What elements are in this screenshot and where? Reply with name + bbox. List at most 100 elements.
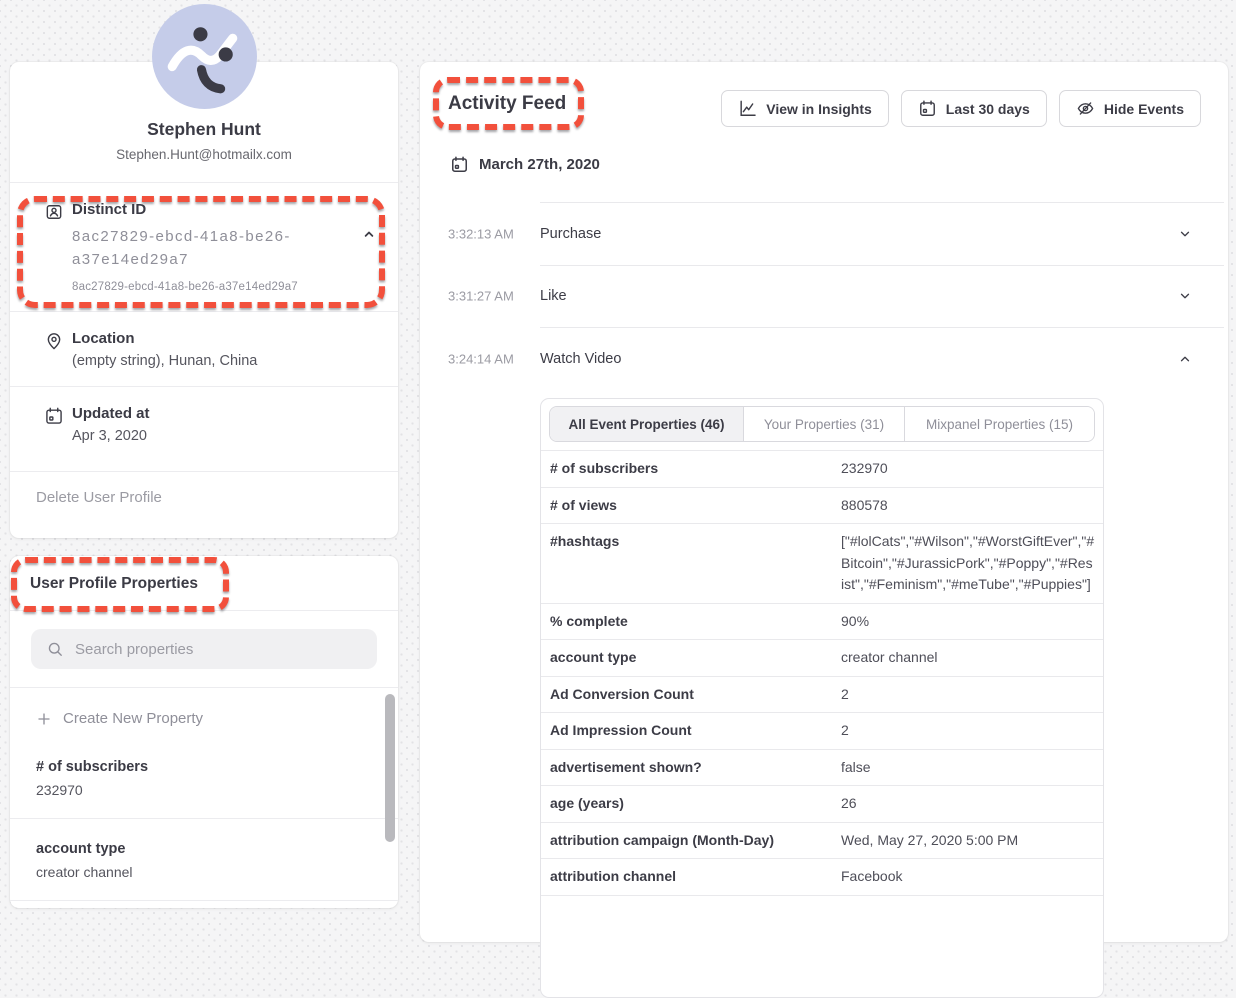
property-name: Ad Conversion Count xyxy=(541,677,841,713)
event-name: Purchase xyxy=(540,226,601,242)
search-icon xyxy=(46,640,64,658)
search-properties-wrap xyxy=(31,629,377,669)
event-time: 3:31:27 AM xyxy=(448,289,514,304)
distinct-id-label: Distinct ID xyxy=(72,201,354,218)
property-name: account type xyxy=(541,640,841,676)
property-name: # of subscribers xyxy=(36,759,372,775)
table-row: account type creator channel xyxy=(541,639,1103,676)
date-range-label: Last 30 days xyxy=(946,101,1030,117)
table-row: % complete 90% xyxy=(541,603,1103,640)
event-time: 3:32:13 AM xyxy=(448,226,514,241)
event-row-purchase[interactable]: 3:32:13 AM Purchase xyxy=(420,202,1228,265)
activity-feed-title: Activity Feed xyxy=(448,93,566,115)
feed-date-header: March 27th, 2020 xyxy=(450,155,600,174)
eye-off-icon xyxy=(1076,99,1095,118)
properties-panel-title: User Profile Properties xyxy=(10,556,398,611)
property-value: 26 xyxy=(841,786,1103,822)
view-in-insights-button[interactable]: View in Insights xyxy=(721,90,889,127)
user-email: Stephen.Hunt@hotmailx.com xyxy=(10,147,398,162)
property-name: #hashtags xyxy=(541,524,841,603)
location-value: (empty string), Hunan, China xyxy=(72,353,354,370)
event-properties-tabs: All Event Properties (46) Your Propertie… xyxy=(549,406,1095,442)
event-name: Watch Video xyxy=(540,351,621,367)
property-name: # of views xyxy=(541,488,841,524)
property-value: false xyxy=(841,750,1103,786)
user-name: Stephen Hunt xyxy=(10,119,398,140)
table-row: # of subscribers 232970 xyxy=(541,450,1103,487)
property-value: ["#lolCats","#Wilson","#WorstGiftEver","… xyxy=(841,524,1103,603)
line-chart-icon xyxy=(738,99,757,118)
table-row: advertisement shown? false xyxy=(541,749,1103,786)
create-new-property-button[interactable]: Create New Property xyxy=(10,688,398,737)
property-value: 2 xyxy=(841,713,1103,749)
property-value: 880578 xyxy=(841,488,1103,524)
table-row: Ad Conversion Count 2 xyxy=(541,676,1103,713)
location-section: Location (empty string), Hunan, China xyxy=(10,311,398,386)
distinct-id-value: 8ac27829-ebcd-41a8-be26-a37e14ed29a7 xyxy=(72,225,354,271)
view-in-insights-label: View in Insights xyxy=(766,101,872,117)
scrollbar-thumb[interactable] xyxy=(385,694,395,842)
chevron-down-icon[interactable] xyxy=(1178,227,1192,241)
property-value: creator channel xyxy=(36,864,372,880)
updated-at-section: Updated at Apr 3, 2020 xyxy=(10,386,398,471)
date-range-button[interactable]: Last 30 days xyxy=(901,90,1047,127)
property-name: Ad Impression Count xyxy=(541,713,841,749)
property-value: 2 xyxy=(841,677,1103,713)
table-row: Ad Impression Count 2 xyxy=(541,712,1103,749)
chevron-up-icon[interactable] xyxy=(360,225,378,243)
updated-at-value: Apr 3, 2020 xyxy=(72,428,354,445)
table-row: #hashtags ["#lolCats","#Wilson","#WorstG… xyxy=(541,523,1103,603)
delete-user-profile-link[interactable]: Delete User Profile xyxy=(10,471,398,523)
feed-actions: View in Insights Last 30 days Hide E xyxy=(721,90,1201,127)
distinct-id-subvalue: 8ac27829-ebcd-41a8-be26-a37e14ed29a7 xyxy=(72,281,354,293)
calendar-icon xyxy=(44,406,64,426)
feed-date-text: March 27th, 2020 xyxy=(479,156,600,173)
id-badge-icon xyxy=(44,202,64,222)
property-value: creator channel xyxy=(841,640,1103,676)
chevron-down-icon[interactable] xyxy=(1178,289,1192,303)
property-value: Wed, May 27, 2020 5:00 PM xyxy=(841,823,1103,859)
property-value: 90% xyxy=(841,604,1103,640)
calendar-icon xyxy=(450,155,469,174)
event-detail-card: All Event Properties (46) Your Propertie… xyxy=(540,398,1104,998)
tab-mixpanel-properties[interactable]: Mixpanel Properties (15) xyxy=(904,407,1094,441)
create-new-property-label: Create New Property xyxy=(63,710,203,727)
property-name: # of subscribers xyxy=(541,451,841,487)
property-name: age (years) xyxy=(541,786,841,822)
event-properties-table: # of subscribers 232970 # of views 88057… xyxy=(541,450,1103,896)
table-row: # of views 880578 xyxy=(541,487,1103,524)
user-avatar xyxy=(152,4,257,109)
table-row: attribution channel Facebook xyxy=(541,858,1103,895)
tab-all-event-properties[interactable]: All Event Properties (46) xyxy=(550,407,743,441)
property-value: 232970 xyxy=(841,451,1103,487)
hide-events-label: Hide Events xyxy=(1104,101,1184,117)
table-row xyxy=(541,895,1103,896)
activity-feed-panel: Activity Feed View in Insights Last 30 d… xyxy=(420,62,1228,942)
property-name: % complete xyxy=(541,604,841,640)
property-name: attribution campaign (Month-Day) xyxy=(541,823,841,859)
table-row: age (years) 26 xyxy=(541,785,1103,822)
property-name: account type xyxy=(36,841,372,857)
event-row-like[interactable]: 3:31:27 AM Like xyxy=(420,265,1228,327)
event-row-watch-video[interactable]: 3:24:14 AM Watch Video xyxy=(420,327,1228,390)
property-name: attribution channel xyxy=(541,859,841,895)
table-row: attribution campaign (Month-Day) Wed, Ma… xyxy=(541,822,1103,859)
event-time: 3:24:14 AM xyxy=(448,351,514,366)
chevron-up-icon[interactable] xyxy=(1178,352,1192,366)
event-list: 3:32:13 AM Purchase 3:31:27 AM Like 3:24… xyxy=(420,202,1228,390)
tab-your-properties[interactable]: Your Properties (31) xyxy=(743,407,904,441)
properties-list: Create New Property # of subscribers 232… xyxy=(10,687,398,907)
hide-events-button[interactable]: Hide Events xyxy=(1059,90,1201,127)
calendar-icon xyxy=(918,99,937,118)
plus-icon xyxy=(36,711,52,727)
event-name: Like xyxy=(540,288,567,304)
property-list-item[interactable]: account type creator channel xyxy=(10,819,398,901)
search-properties-input[interactable] xyxy=(31,629,377,669)
property-list-item[interactable]: # of subscribers 232970 xyxy=(10,737,398,819)
updated-at-label: Updated at xyxy=(72,405,354,422)
user-profile-card: Stephen Hunt Stephen.Hunt@hotmailx.com D… xyxy=(10,62,398,538)
user-profile-properties-card: User Profile Properties Create New Prope… xyxy=(10,556,398,908)
distinct-id-section: Distinct ID 8ac27829-ebcd-41a8-be26-a37e… xyxy=(10,182,398,311)
location-label: Location xyxy=(72,330,354,347)
property-name: advertisement shown? xyxy=(541,750,841,786)
